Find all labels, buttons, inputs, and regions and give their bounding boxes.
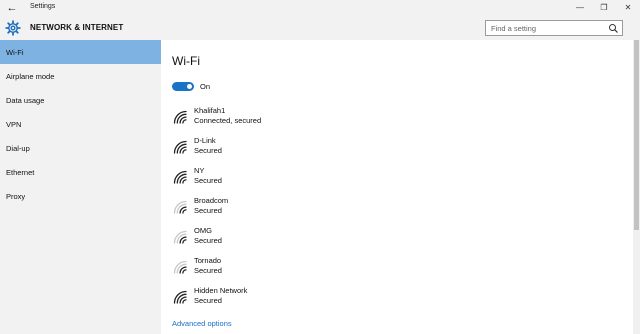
- network-status: Secured: [194, 146, 222, 155]
- sidebar-item-label: Data usage: [6, 96, 45, 105]
- search-icon[interactable]: [608, 23, 619, 34]
- section-title: NETWORK & INTERNET: [30, 23, 124, 32]
- network-name: Hidden Network: [194, 286, 248, 295]
- gear-icon: [5, 20, 21, 36]
- sidebar-item-label: Proxy: [6, 192, 26, 201]
- network-status: Secured: [194, 236, 222, 245]
- wifi-signal-icon: [173, 230, 187, 244]
- network-status: Secured: [194, 296, 222, 305]
- wifi-toggle[interactable]: [172, 82, 194, 91]
- search-box[interactable]: [485, 20, 623, 36]
- network-name: D-Link: [194, 136, 216, 145]
- network-item[interactable]: Khalifah1 Connected, secured: [172, 106, 372, 130]
- wifi-signal-icon: [173, 200, 187, 214]
- close-button[interactable]: ✕: [616, 0, 640, 16]
- advanced-options-link[interactable]: Advanced options: [172, 319, 232, 328]
- sidebar-item-airplane-mode[interactable]: Airplane mode: [0, 64, 161, 88]
- network-item[interactable]: Broadcom Secured: [172, 196, 372, 220]
- sidebar-item-label: VPN: [6, 120, 22, 129]
- scrollbar[interactable]: [633, 40, 640, 334]
- scrollbar-thumb[interactable]: [634, 40, 639, 230]
- toggle-knob: [187, 84, 192, 89]
- window-title: Settings: [30, 3, 56, 10]
- network-item[interactable]: OMG Secured: [172, 226, 372, 250]
- network-name: Tornado: [194, 256, 222, 265]
- wifi-signal-icon: [173, 110, 187, 124]
- sidebar: Wi-Fi Airplane mode Data usage VPN Dial-…: [0, 40, 161, 334]
- wifi-signal-icon: [173, 290, 187, 304]
- sidebar-item-label: Dial-up: [6, 144, 30, 153]
- network-item[interactable]: Tornado Secured: [172, 256, 372, 280]
- page-title: Wi-Fi: [172, 54, 200, 68]
- sidebar-item-label: Ethernet: [6, 168, 35, 177]
- main-content: Wi-Fi On Khalifah1 Connected, secured D-…: [161, 40, 633, 334]
- sidebar-item-wifi[interactable]: Wi-Fi: [0, 40, 161, 64]
- sidebar-item-ethernet[interactable]: Ethernet: [0, 160, 161, 184]
- sidebar-item-dial-up[interactable]: Dial-up: [0, 136, 161, 160]
- network-name: NY: [194, 166, 205, 175]
- minimize-button[interactable]: —: [568, 0, 592, 16]
- maximize-button[interactable]: ❐: [592, 0, 616, 16]
- sidebar-item-data-usage[interactable]: Data usage: [0, 88, 161, 112]
- sidebar-item-vpn[interactable]: VPN: [0, 112, 161, 136]
- network-status: Secured: [194, 206, 222, 215]
- network-name: Khalifah1: [194, 106, 226, 115]
- network-status: Connected, secured: [194, 116, 262, 125]
- search-input[interactable]: [491, 23, 601, 34]
- wifi-toggle-label: On: [200, 82, 211, 91]
- title-bar: ← Settings — ❐ ✕: [0, 0, 640, 16]
- back-arrow-icon[interactable]: ←: [6, 1, 18, 15]
- network-name: Broadcom: [194, 196, 229, 205]
- network-item[interactable]: D-Link Secured: [172, 136, 372, 160]
- network-item[interactable]: Hidden Network Secured: [172, 286, 372, 310]
- sidebar-item-label: Airplane mode: [6, 72, 55, 81]
- network-item[interactable]: NY Secured: [172, 166, 372, 190]
- network-status: Secured: [194, 176, 222, 185]
- wifi-signal-icon: [173, 260, 187, 274]
- wifi-signal-icon: [173, 140, 187, 154]
- network-status: Secured: [194, 266, 222, 275]
- sidebar-item-label: Wi-Fi: [6, 48, 24, 57]
- network-name: OMG: [194, 226, 212, 235]
- wifi-signal-icon: [173, 170, 187, 184]
- sidebar-item-proxy[interactable]: Proxy: [0, 184, 161, 208]
